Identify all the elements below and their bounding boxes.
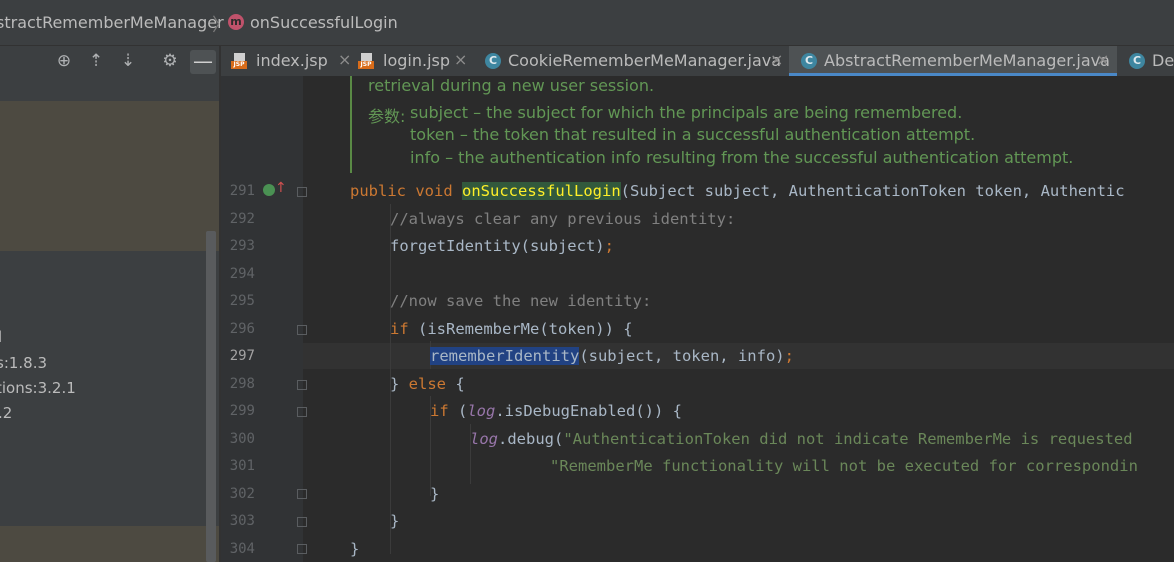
line-number: 294 (229, 266, 255, 282)
code-line[interactable]: public void onSuccessfulLogin(Subject su… (350, 182, 1125, 200)
jsp-file-icon: JSP (231, 53, 247, 69)
tab-label: login.jsp (383, 51, 450, 70)
java-class-icon: C (1129, 53, 1145, 69)
selected-identifier: rememberIdentity (430, 347, 580, 365)
tab-cookie-remember-me-manager[interactable]: C CookieRememberMeManager.java × (483, 46, 788, 76)
line-number: 298 (229, 376, 255, 392)
implements-method-icon[interactable] (263, 184, 275, 196)
code-line[interactable]: } (350, 540, 359, 558)
line-number: 299 (229, 403, 255, 419)
javadoc-bar (350, 76, 352, 173)
code-editor[interactable]: retrieval during a new user session. 参数:… (221, 76, 1174, 562)
tree-selection-band (0, 101, 219, 251)
breadcrumb-method[interactable]: onSuccessfulLogin (250, 13, 398, 32)
close-icon[interactable]: × (770, 50, 783, 69)
tab-index-jsp[interactable]: JSP index.jsp × (231, 46, 351, 76)
line-number: 300 (229, 431, 255, 447)
expand-all-icon[interactable]: ⇡ (86, 51, 106, 71)
javadoc-text: retrieval during a new user session. (368, 76, 655, 95)
method-name-highlight: onSuccessfulLogin (462, 182, 621, 200)
line-number: 304 (229, 541, 255, 557)
collapse-all-icon[interactable]: ⇣ (118, 51, 138, 71)
project-toolbar: ⊕ ⇡ ⇣ ⚙ — (0, 46, 219, 76)
close-icon[interactable]: × (1096, 50, 1109, 69)
tab-label: Dev (1152, 51, 1174, 70)
method-icon: m (228, 14, 244, 30)
code-line[interactable]: if (log.isDebugEnabled()) { (430, 402, 682, 420)
fold-icon[interactable] (297, 544, 307, 554)
gear-icon[interactable]: ⚙ (160, 51, 180, 71)
line-number: 292 (229, 211, 255, 227)
fold-icon[interactable] (297, 187, 307, 197)
editor-tabs: JSP index.jsp × JSP login.jsp × C Cookie… (221, 46, 1174, 76)
code-line[interactable]: } else { (390, 375, 465, 393)
code-line[interactable]: if (isRememberMe(token)) { (390, 320, 633, 338)
fold-icon[interactable] (297, 489, 307, 499)
fold-icon[interactable] (297, 407, 307, 417)
project-panel: l s:1.8.3 tions:3.2.1 .2 (0, 76, 219, 562)
tree-item[interactable]: l (0, 328, 2, 346)
code-line[interactable]: //now save the new identity: (390, 292, 651, 310)
tab-login-jsp[interactable]: JSP login.jsp × (358, 46, 470, 76)
code-line[interactable]: } (390, 512, 399, 530)
hide-icon[interactable]: — (190, 50, 216, 74)
project-scrollbar[interactable] (206, 231, 216, 562)
breadcrumb-class[interactable]: stractRememberMeManager (0, 13, 224, 32)
code-line[interactable]: } (430, 485, 439, 503)
line-number: 301 (229, 458, 255, 474)
tree-item[interactable]: s:1.8.3 (0, 354, 47, 372)
line-number: 293 (229, 238, 255, 254)
code-line[interactable]: log.debug("AuthenticationToken did not i… (470, 430, 1133, 448)
override-arrow-icon[interactable]: ↑ (275, 180, 287, 196)
tree-item[interactable]: tions:3.2.1 (0, 379, 76, 397)
code-line[interactable]: forgetIdentity(subject); (390, 237, 614, 255)
java-class-icon: C (801, 53, 817, 69)
close-icon[interactable]: × (454, 50, 467, 69)
tree-item[interactable]: .2 (0, 404, 12, 422)
tab-label: AbstractRememberMeManager.java (824, 51, 1110, 70)
fold-icon[interactable] (297, 380, 307, 390)
tab-dev[interactable]: C Dev (1127, 46, 1174, 76)
breadcrumb: stractRememberMeManager 〉 m onSuccessful… (0, 0, 1174, 46)
fold-icon[interactable] (297, 517, 307, 527)
tree-selection-band (0, 526, 219, 562)
code-line[interactable]: "RememberMe functionality will not be ex… (550, 457, 1138, 475)
line-number: 302 (229, 486, 255, 502)
tab-label: index.jsp (256, 51, 328, 70)
fold-icon[interactable] (297, 325, 307, 335)
javadoc-param: subject – the subject for which the prin… (410, 103, 963, 122)
javadoc-params-label: 参数: (368, 107, 406, 126)
code-line[interactable]: rememberIdentity(subject, token, info); (430, 347, 794, 365)
line-number: 296 (229, 321, 255, 337)
line-number: 297 (229, 348, 255, 364)
tab-abstract-remember-me-manager[interactable]: C AbstractRememberMeManager.java × (789, 46, 1117, 76)
close-icon[interactable]: × (338, 50, 351, 69)
line-number: 295 (229, 293, 255, 309)
tab-label: CookieRememberMeManager.java (508, 51, 782, 70)
jsp-file-icon: JSP (358, 53, 374, 69)
line-number: 291 (229, 183, 255, 199)
javadoc-param: info – the authentication info resulting… (410, 148, 1074, 167)
locate-icon[interactable]: ⊕ (54, 51, 74, 71)
code-line[interactable]: //always clear any previous identity: (390, 210, 735, 228)
java-class-icon: C (485, 53, 501, 69)
javadoc-param: token – the token that resulted in a suc… (410, 125, 976, 144)
line-number: 303 (229, 513, 255, 529)
